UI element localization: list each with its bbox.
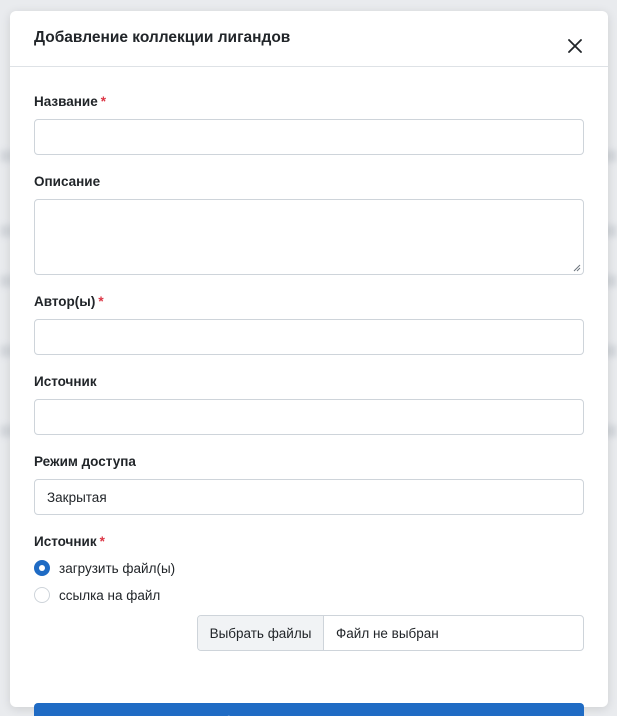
add-collection-button[interactable]: Добавить коллекцию лигандов bbox=[34, 703, 584, 716]
access-mode-value: Закрытая bbox=[47, 489, 107, 505]
close-button[interactable] bbox=[564, 35, 586, 57]
modal-header: Добавление коллекции лигандов bbox=[10, 11, 608, 67]
required-mark: * bbox=[100, 94, 106, 109]
file-input[interactable]: Выбрать файлы Файл не выбран bbox=[197, 615, 584, 651]
authors-input[interactable] bbox=[34, 319, 584, 355]
access-mode-select[interactable]: Закрытая bbox=[34, 479, 584, 515]
name-label-text: Название bbox=[34, 94, 98, 109]
add-ligand-collection-modal: Добавление коллекции лигандов Название * … bbox=[10, 11, 608, 716]
source-label-text: Источник bbox=[34, 534, 97, 549]
description-label: Описание bbox=[34, 174, 101, 189]
source-text-label: Источник bbox=[34, 374, 97, 389]
close-icon bbox=[568, 38, 582, 53]
modal-title: Добавление коллекции лигандов bbox=[34, 28, 291, 46]
radio-unchecked-icon[interactable] bbox=[34, 587, 50, 603]
name-input[interactable] bbox=[34, 119, 584, 155]
radio-link-label: ссылка на файл bbox=[59, 587, 161, 603]
authors-label-text: Автор(ы) bbox=[34, 294, 96, 309]
radio-checked-icon[interactable] bbox=[34, 560, 50, 576]
name-label: Название * bbox=[34, 94, 106, 109]
authors-label: Автор(ы) * bbox=[34, 294, 104, 309]
access-mode-label: Режим доступа bbox=[34, 454, 136, 469]
source-label: Источник * bbox=[34, 534, 105, 549]
choose-files-button[interactable]: Выбрать файлы bbox=[198, 616, 324, 650]
radio-upload-files[interactable]: загрузить файл(ы) bbox=[34, 560, 175, 576]
radio-file-link[interactable]: ссылка на файл bbox=[34, 587, 160, 603]
file-status: Файл не выбран bbox=[336, 625, 439, 641]
radio-upload-label: загрузить файл(ы) bbox=[59, 560, 176, 576]
required-mark: * bbox=[99, 534, 105, 549]
description-textarea[interactable] bbox=[34, 199, 584, 275]
source-text-input[interactable] bbox=[34, 399, 584, 435]
resize-grip-icon[interactable] bbox=[573, 264, 581, 272]
required-mark: * bbox=[98, 294, 104, 309]
